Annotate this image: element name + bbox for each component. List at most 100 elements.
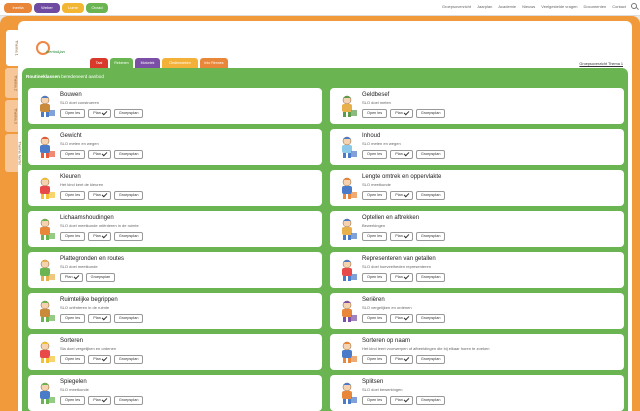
- top-link-3[interactable]: Nieuws: [522, 4, 535, 9]
- open-lesson-button-label: Open les: [367, 152, 383, 156]
- open-lesson-button[interactable]: Open les: [362, 396, 388, 405]
- groepsplan-button[interactable]: Groepsplan: [113, 150, 144, 159]
- lesson-buttons: Open les Plan Groepsplan: [362, 355, 446, 364]
- content-tab-3[interactable]: Onderzoeken: [162, 58, 198, 68]
- top-link-4[interactable]: Veelgestelde vragen: [541, 4, 577, 9]
- open-lesson-button[interactable]: Open les: [60, 150, 86, 159]
- lesson-card: Sorteren Sla doel vergelijken en ordenen O…: [28, 334, 322, 370]
- groepsplan-button[interactable]: Groepsplan: [415, 109, 446, 118]
- side-tab-1[interactable]: Thema 2: [5, 68, 18, 98]
- lesson-buttons: Open les Plan Groepsplan: [60, 191, 144, 200]
- groepsplan-button-label: Groepsplan: [420, 357, 441, 361]
- side-tab-2[interactable]: Thema 3: [5, 100, 18, 132]
- open-lesson-button[interactable]: Open les: [362, 355, 388, 364]
- open-lesson-button[interactable]: Open les: [362, 109, 388, 118]
- open-lesson-button[interactable]: Open les: [362, 191, 388, 200]
- groepsplan-button-label: Groepsplan: [420, 234, 441, 238]
- groepsplan-button[interactable]: Groepsplan: [415, 191, 446, 200]
- top-tab-1[interactable]: Weber: [34, 3, 60, 13]
- plan-button[interactable]: Plan: [60, 273, 83, 282]
- open-lesson-button[interactable]: Open les: [362, 232, 388, 241]
- groepsplan-button[interactable]: Groepsplan: [415, 273, 446, 282]
- plan-button[interactable]: Plan: [390, 150, 413, 159]
- lesson-card: Spiegelen SLO meetkunde Open les Plan Groeps…: [28, 375, 322, 411]
- top-link-0[interactable]: Groepsoverzicht: [442, 4, 471, 9]
- groepsplan-button[interactable]: Groepsplan: [113, 396, 144, 405]
- content-tab-1[interactable]: Rekenen: [110, 58, 133, 68]
- groepsplan-button-label: Groepsplan: [420, 111, 441, 115]
- groepsplan-button-label: Groepsplan: [420, 275, 441, 279]
- groepsplan-button[interactable]: Groepsplan: [415, 355, 446, 364]
- groepsplan-button[interactable]: Groepsplan: [415, 232, 446, 241]
- lesson-buttons: Open les Plan Groepsplan: [60, 150, 144, 159]
- groepsplan-button[interactable]: Groepsplan: [415, 150, 446, 159]
- groepsplan-button[interactable]: Groepsplan: [113, 355, 144, 364]
- split-icon: [336, 381, 358, 405]
- plan-button[interactable]: Plan: [88, 355, 111, 364]
- plan-button[interactable]: Plan: [88, 191, 111, 200]
- groepsplan-button[interactable]: Groepsplan: [113, 109, 144, 118]
- top-link-2[interactable]: Academie: [498, 4, 516, 9]
- lesson-subtitle: Het kind kent de kleuren: [60, 182, 104, 187]
- top-tab-0[interactable]: Inertia: [4, 3, 32, 13]
- lesson-subtitle: SLO meetkunde: [362, 182, 391, 187]
- overview-link[interactable]: Groepsoverzicht Thema 1: [579, 62, 623, 66]
- plan-button[interactable]: Plan: [88, 109, 111, 118]
- plan-button-label: Plan: [395, 357, 403, 361]
- lesson-title: Lichaamshoudingen: [60, 215, 114, 221]
- plan-button[interactable]: Plan: [390, 273, 413, 282]
- check-icon: [101, 314, 108, 321]
- plan-button[interactable]: Plan: [390, 232, 413, 241]
- groepsplan-button[interactable]: Groepsplan: [85, 273, 116, 282]
- side-tab-3[interactable]: Thema herfst: [5, 134, 22, 172]
- top-link-6[interactable]: Contact: [612, 4, 626, 9]
- plan-button[interactable]: Plan: [88, 150, 111, 159]
- counting-icon: [336, 217, 358, 241]
- plan-button[interactable]: Plan: [390, 314, 413, 323]
- open-lesson-button[interactable]: Open les: [60, 232, 86, 241]
- plan-button-label: Plan: [395, 316, 403, 320]
- lesson-card: Bouwen SLO doel construeren Open les Plan Gr…: [28, 88, 322, 124]
- lesson-subtitle: SLO meten en wegen: [362, 141, 401, 146]
- plan-button-label: Plan: [395, 234, 403, 238]
- content-tab-0[interactable]: Taal: [90, 58, 108, 68]
- groepsplan-button[interactable]: Groepsplan: [113, 232, 144, 241]
- search-icon[interactable]: [631, 3, 637, 9]
- top-tab-3[interactable]: Oorad: [86, 3, 108, 13]
- plan-button[interactable]: Plan: [390, 396, 413, 405]
- side-tab-label: Thema 3: [13, 108, 19, 124]
- check-icon: [101, 232, 108, 239]
- open-lesson-button[interactable]: Open les: [60, 109, 86, 118]
- plan-button-label: Plan: [395, 111, 403, 115]
- groepsplan-button[interactable]: Groepsplan: [113, 314, 144, 323]
- groepsplan-button[interactable]: Groepsplan: [415, 314, 446, 323]
- plan-button[interactable]: Plan: [390, 355, 413, 364]
- check-icon: [403, 191, 410, 198]
- groepsplan-button[interactable]: Groepsplan: [415, 396, 446, 405]
- plan-button[interactable]: Plan: [88, 232, 111, 241]
- plan-button[interactable]: Plan: [390, 191, 413, 200]
- content-tab-4[interactable]: Inlo Rennes: [200, 58, 228, 68]
- box-icon: [34, 299, 56, 323]
- top-link-5[interactable]: Documenten: [584, 4, 607, 9]
- open-lesson-button[interactable]: Open les: [362, 150, 388, 159]
- open-lesson-button[interactable]: Open les: [60, 191, 86, 200]
- lesson-card: Kleuren Het kind kent de kleuren Open les P…: [28, 170, 322, 206]
- side-tab-0[interactable]: Thema 1: [6, 30, 19, 66]
- groepsplan-button[interactable]: Groepsplan: [113, 191, 144, 200]
- child-icon: [34, 217, 56, 241]
- open-lesson-button[interactable]: Open les: [362, 314, 388, 323]
- open-lesson-button[interactable]: Open les: [60, 355, 86, 364]
- open-lesson-button[interactable]: Open les: [60, 314, 86, 323]
- plan-button[interactable]: Plan: [390, 109, 413, 118]
- content-tab-2[interactable]: Motoriek: [135, 58, 160, 68]
- open-lesson-button-label: Open les: [65, 111, 81, 115]
- lesson-buttons: Open les Plan Groepsplan: [362, 150, 446, 159]
- plan-button[interactable]: Plan: [88, 314, 111, 323]
- plan-button[interactable]: Plan: [88, 396, 111, 405]
- top-tab-2[interactable]: Lume: [62, 3, 84, 13]
- open-lesson-button[interactable]: Open les: [60, 396, 86, 405]
- open-lesson-button[interactable]: Open les: [362, 273, 388, 282]
- top-link-1[interactable]: Jaarplan: [477, 4, 492, 9]
- lesson-title: Sorteren: [60, 338, 84, 344]
